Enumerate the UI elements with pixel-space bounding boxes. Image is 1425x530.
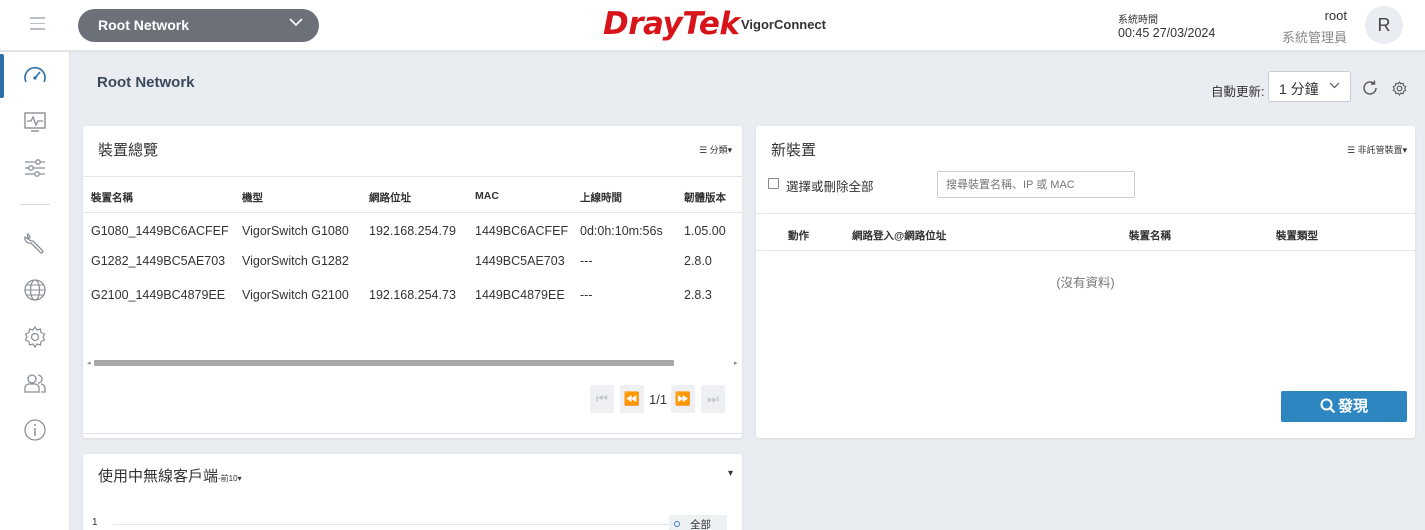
card-title: 使用中無線客戶端-前10▾ bbox=[98, 465, 242, 486]
search-icon bbox=[1320, 398, 1336, 414]
table-cell: VigorSwitch G1282 bbox=[242, 254, 349, 268]
divider bbox=[83, 433, 742, 434]
search-input[interactable] bbox=[937, 171, 1135, 198]
column-header[interactable]: 韌體版本 bbox=[684, 190, 726, 205]
sliders-icon[interactable] bbox=[22, 155, 48, 181]
table-cell: 1449BC5AE703 bbox=[475, 254, 565, 268]
auto-refresh-value: 1 分鐘 bbox=[1279, 81, 1319, 97]
column-header[interactable]: 機型 bbox=[242, 190, 263, 205]
auto-refresh-select[interactable]: 1 分鐘 bbox=[1268, 71, 1351, 102]
auto-refresh-label: 自動更新: bbox=[1211, 85, 1265, 99]
column-header[interactable]: 網路登入@網路位址 bbox=[852, 228, 946, 243]
table-cell: G2100_1449BC4879EE bbox=[91, 288, 226, 302]
table-cell: 2.8.3 bbox=[684, 288, 712, 302]
discover-button[interactable]: 發現 bbox=[1281, 391, 1407, 422]
table-cell: 192.168.254.73 bbox=[369, 288, 456, 302]
wireless-clients-card: 使用中無線客戶端-前10▾ ▾ 1 全部 bbox=[83, 454, 742, 530]
wrench-icon[interactable] bbox=[22, 230, 48, 256]
category-menu[interactable]: ☰ 分類▾ bbox=[699, 143, 732, 156]
info-icon[interactable] bbox=[22, 417, 48, 443]
column-header[interactable]: 裝置名稱 bbox=[1129, 228, 1171, 243]
legend-label: 全部 bbox=[690, 519, 711, 530]
sidebar bbox=[0, 52, 70, 530]
column-header[interactable]: 動作 bbox=[788, 228, 809, 243]
monitor-icon[interactable] bbox=[22, 109, 48, 135]
table-cell: VigorSwitch G1080 bbox=[242, 224, 349, 238]
table-row[interactable]: G2100_1449BC4879EE VigorSwitch G2100 192… bbox=[83, 280, 742, 309]
product-name: VigorConnect bbox=[741, 17, 826, 32]
card-title: 新裝置 bbox=[771, 142, 817, 159]
column-header[interactable]: MAC bbox=[475, 190, 499, 202]
wireless-clients-title: 使用中無線客戶端 bbox=[98, 468, 219, 485]
sidebar-separator bbox=[20, 204, 50, 205]
device-overview-card: 裝置總覽 ☰ 分類▾ 裝置名稱 機型 網路位址 MAC 上線時間 韌體版本 G1… bbox=[83, 126, 742, 438]
legend-marker bbox=[674, 521, 680, 527]
column-header[interactable]: 網路位址 bbox=[369, 190, 411, 205]
network-selector-label: Root Network bbox=[98, 17, 189, 33]
scroll-left-icon[interactable]: ◂ bbox=[87, 359, 91, 367]
scrollbar-thumb[interactable] bbox=[94, 360, 674, 366]
system-time-label: 系統時間 bbox=[1118, 15, 1158, 26]
table-cell: 0d:0h:10m:56s bbox=[580, 224, 663, 238]
hamburger-icon[interactable] bbox=[30, 17, 45, 31]
table-cell: 1449BC6ACFEF bbox=[475, 224, 569, 238]
table-cell: G1282_1449BC5AE703 bbox=[91, 254, 226, 268]
table-cell: 1449BC4879EE bbox=[475, 288, 565, 302]
next-page-icon[interactable]: ⏩ bbox=[671, 385, 695, 413]
card-title: 裝置總覽 bbox=[98, 142, 159, 159]
table-cell: VigorSwitch G2100 bbox=[242, 288, 349, 302]
avatar[interactable]: R bbox=[1365, 6, 1403, 44]
unmanaged-devices-menu[interactable]: ☰ 非託管裝置▾ bbox=[1347, 143, 1407, 156]
user-name: root bbox=[1324, 8, 1347, 23]
chart-legend[interactable]: 全部 bbox=[669, 515, 727, 530]
no-data-message: (沒有資料) bbox=[1056, 276, 1115, 290]
refresh-icon[interactable] bbox=[1361, 79, 1379, 97]
users-icon[interactable] bbox=[22, 370, 48, 396]
table-row[interactable]: G1282_1449BC5AE703 VigorSwitch G1282 144… bbox=[83, 246, 742, 275]
top-bar: Root Network DrayTek VigorConnect 系統時間 0… bbox=[0, 0, 1425, 51]
prev-page-icon[interactable]: ⏪ bbox=[620, 385, 644, 413]
table-cell: --- bbox=[580, 288, 593, 302]
column-header[interactable]: 裝置名稱 bbox=[91, 190, 133, 205]
gear-icon[interactable] bbox=[1391, 80, 1408, 97]
card-menu-caret[interactable]: ▾ bbox=[728, 468, 733, 479]
new-devices-card: 新裝置 ☰ 非託管裝置▾ 選擇或刪除全部 動作 網路登入@網路位址 裝置名稱 裝… bbox=[756, 126, 1415, 438]
globe-icon[interactable] bbox=[22, 277, 48, 303]
table-cell: G1080_1449BC6ACFEF bbox=[91, 224, 229, 238]
last-page-icon[interactable]: ⏭ bbox=[701, 385, 725, 413]
discover-label: 發現 bbox=[1337, 398, 1368, 415]
table-header: 動作 網路登入@網路位址 裝置名稱 裝置類型 bbox=[756, 213, 1415, 251]
user-role: 系統管理員 bbox=[1281, 30, 1347, 45]
y-tick-label: 1 bbox=[92, 517, 98, 528]
system-time-value: 00:45 27/03/2024 bbox=[1118, 26, 1216, 40]
table-cell: 1.05.00 bbox=[684, 224, 726, 238]
scroll-right-icon[interactable]: ▸ bbox=[734, 359, 738, 367]
chevron-down-icon bbox=[1329, 82, 1340, 89]
page-title: Root Network bbox=[97, 74, 195, 91]
table-header: 裝置名稱 機型 網路位址 MAC 上線時間 韌體版本 bbox=[83, 176, 742, 213]
network-selector[interactable]: Root Network bbox=[78, 9, 319, 42]
column-header[interactable]: 上線時間 bbox=[580, 190, 622, 205]
dashboard-icon[interactable] bbox=[22, 63, 48, 89]
first-page-icon[interactable]: ⏮ bbox=[590, 385, 614, 413]
table-cell: 2.8.0 bbox=[684, 254, 712, 268]
chart-gridline bbox=[113, 524, 673, 525]
table-row[interactable]: G1080_1449BC6ACFEF VigorSwitch G1080 192… bbox=[83, 216, 742, 245]
select-all-checkbox[interactable] bbox=[768, 178, 779, 189]
top-n-selector[interactable]: -前10▾ bbox=[218, 474, 242, 483]
table-cell: --- bbox=[580, 254, 593, 268]
page-indicator: 1/1 bbox=[649, 392, 668, 407]
draytek-logo: DrayTek bbox=[603, 6, 740, 42]
column-header[interactable]: 裝置類型 bbox=[1276, 228, 1318, 243]
select-all-label: 選擇或刪除全部 bbox=[786, 180, 874, 194]
gear-icon[interactable] bbox=[22, 324, 48, 350]
sidebar-active-indicator bbox=[0, 54, 4, 98]
table-cell: 192.168.254.79 bbox=[369, 224, 456, 238]
chevron-down-icon bbox=[289, 18, 303, 27]
